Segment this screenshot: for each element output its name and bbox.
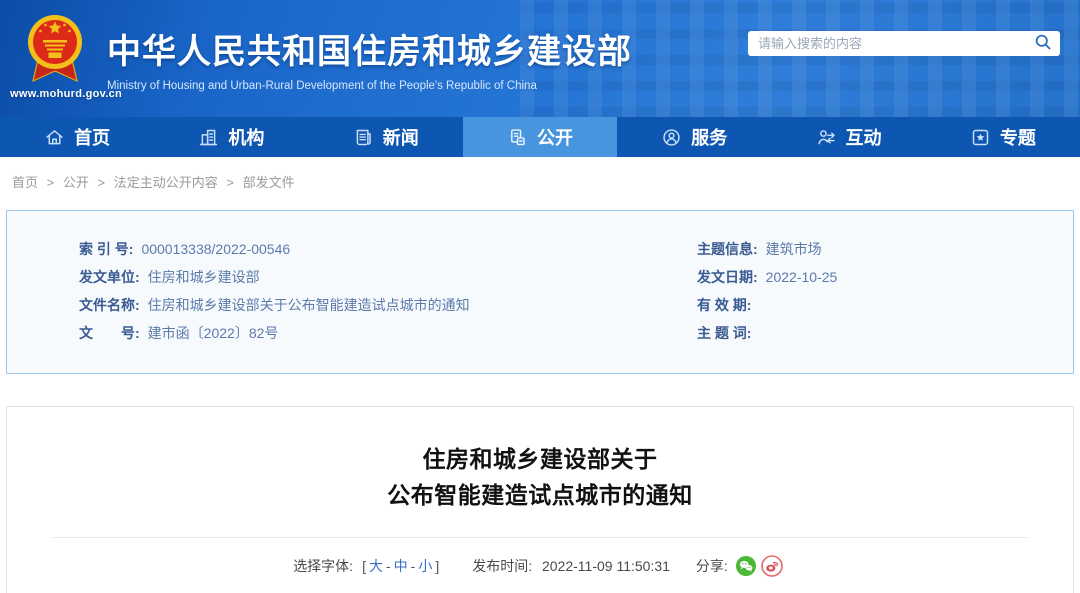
nav-label: 专题 <box>1000 124 1036 150</box>
info-value: 建市函〔2022〕82号 <box>148 325 279 341</box>
article-container: 住房和城乡建设部关于 公布智能建造试点城市的通知 选择字体: [ 大 - 中 -… <box>6 406 1074 593</box>
article-title-line2: 公布智能建造试点城市的通知 <box>7 477 1073 513</box>
search-icon <box>1034 33 1052 54</box>
article-meta-row: 选择字体: [ 大 - 中 - 小 ] 发布时间: 2022-11-09 11:… <box>7 555 1073 577</box>
breadcrumb-separator: > <box>47 175 55 190</box>
info-row-index-number: 索 引 号: 000013338/2022-00546 <box>79 235 697 263</box>
info-value: 建筑市场 <box>766 241 822 257</box>
info-row-document-name: 文件名称: 住房和城乡建设部关于公布智能建造试点城市的通知 <box>79 291 697 319</box>
organization-icon <box>198 127 219 148</box>
nav-label: 首页 <box>74 124 110 150</box>
article-title: 住房和城乡建设部关于 公布智能建造试点城市的通知 <box>7 441 1073 513</box>
info-row-document-number: 文 号: 建市函〔2022〕82号 <box>79 319 697 347</box>
nav-item-disclosure[interactable]: 公开 <box>463 117 617 157</box>
breadcrumb-disclosure[interactable]: 公开 <box>63 175 89 190</box>
share-block: 分享: <box>696 555 787 577</box>
info-row-validity-period: 有 效 期: <box>697 291 1073 319</box>
news-icon <box>353 127 374 148</box>
font-size-selector: 选择字体: [ 大 - 中 - 小 ] <box>293 556 442 576</box>
dash-separator: - <box>386 558 391 574</box>
weibo-share-icon[interactable] <box>761 555 783 577</box>
nav-item-interaction[interactable]: 互动 <box>771 117 925 157</box>
info-label: 主 题 词: <box>697 325 751 341</box>
info-label: 发文单位: <box>79 269 140 285</box>
info-label: 文 号: <box>79 325 140 341</box>
national-emblem-icon <box>26 13 84 94</box>
info-value: 2022-10-25 <box>766 269 838 285</box>
disclosure-icon <box>507 127 528 148</box>
font-size-large-link[interactable]: 大 <box>369 556 383 576</box>
topics-icon <box>970 127 991 148</box>
bracket-close: ] <box>435 558 439 574</box>
font-size-small-link[interactable]: 小 <box>418 556 432 576</box>
title-divider <box>52 537 1028 538</box>
dash-separator: - <box>411 558 416 574</box>
main-nav: 首页 机构 新闻 公开 <box>0 117 1080 157</box>
info-label: 有 效 期: <box>697 297 751 313</box>
breadcrumb: 首页 > 公开 > 法定主动公开内容 > 部发文件 <box>12 172 1080 191</box>
search-button[interactable] <box>1034 33 1060 54</box>
nav-label: 新闻 <box>383 124 419 150</box>
publish-time-label: 发布时间: <box>472 558 532 574</box>
wechat-share-icon[interactable] <box>735 555 757 577</box>
breadcrumb-home[interactable]: 首页 <box>12 175 38 190</box>
breadcrumb-separator: > <box>226 175 234 190</box>
search-input[interactable] <box>748 36 1034 51</box>
home-icon <box>44 127 65 148</box>
info-row-issue-date: 发文日期: 2022-10-25 <box>697 263 1073 291</box>
site-title: 中华人民共和国住房和城乡建设部 <box>107 24 632 73</box>
info-label: 索 引 号: <box>79 241 133 257</box>
search-box <box>748 31 1060 56</box>
publish-time-value: 2022-11-09 11:50:31 <box>542 558 670 574</box>
info-row-keywords: 主 题 词: <box>697 319 1073 347</box>
info-value: 住房和城乡建设部 <box>148 269 260 285</box>
interaction-icon <box>816 127 837 148</box>
site-header: www.mohurd.gov.cn 中华人民共和国住房和城乡建设部 Minist… <box>0 0 1080 117</box>
nav-label: 互动 <box>846 124 882 150</box>
info-row-issuing-unit: 发文单位: 住房和城乡建设部 <box>79 263 697 291</box>
services-icon <box>661 127 682 148</box>
bracket-open: [ <box>362 558 366 574</box>
info-label: 主题信息: <box>697 241 758 257</box>
nav-item-topics[interactable]: 专题 <box>926 117 1080 157</box>
article-title-line1: 住房和城乡建设部关于 <box>7 441 1073 477</box>
breadcrumb-ministry-documents[interactable]: 部发文件 <box>243 175 295 190</box>
font-selector-label: 选择字体: <box>293 556 353 576</box>
breadcrumb-separator: > <box>98 175 106 190</box>
info-label: 文件名称: <box>79 297 140 313</box>
nav-label: 公开 <box>537 124 573 150</box>
site-url: www.mohurd.gov.cn <box>10 88 122 100</box>
nav-label: 机构 <box>228 124 264 150</box>
nav-label: 服务 <box>691 124 727 150</box>
share-label: 分享: <box>696 556 728 576</box>
info-value: 住房和城乡建设部关于公布智能建造试点城市的通知 <box>148 297 470 313</box>
breadcrumb-statutory-content[interactable]: 法定主动公开内容 <box>114 175 218 190</box>
nav-item-organization[interactable]: 机构 <box>154 117 308 157</box>
nav-item-home[interactable]: 首页 <box>0 117 154 157</box>
publish-time: 发布时间: 2022-11-09 11:50:31 <box>472 556 670 576</box>
site-subtitle: Ministry of Housing and Urban-Rural Deve… <box>107 80 632 92</box>
font-size-medium-link[interactable]: 中 <box>394 556 408 576</box>
info-value: 000013338/2022-00546 <box>141 241 290 257</box>
info-label: 发文日期: <box>697 269 758 285</box>
document-info-box: 索 引 号: 000013338/2022-00546 发文单位: 住房和城乡建设部… <box>6 210 1074 374</box>
document-info-right-column: 主题信息: 建筑市场 发文日期: 2022-10-25 有 效 期: 主 题 词: <box>697 235 1073 347</box>
nav-item-services[interactable]: 服务 <box>617 117 771 157</box>
document-info-left-column: 索 引 号: 000013338/2022-00546 发文单位: 住房和城乡建设部… <box>7 235 697 347</box>
nav-item-news[interactable]: 新闻 <box>309 117 463 157</box>
info-row-topic-info: 主题信息: 建筑市场 <box>697 235 1073 263</box>
